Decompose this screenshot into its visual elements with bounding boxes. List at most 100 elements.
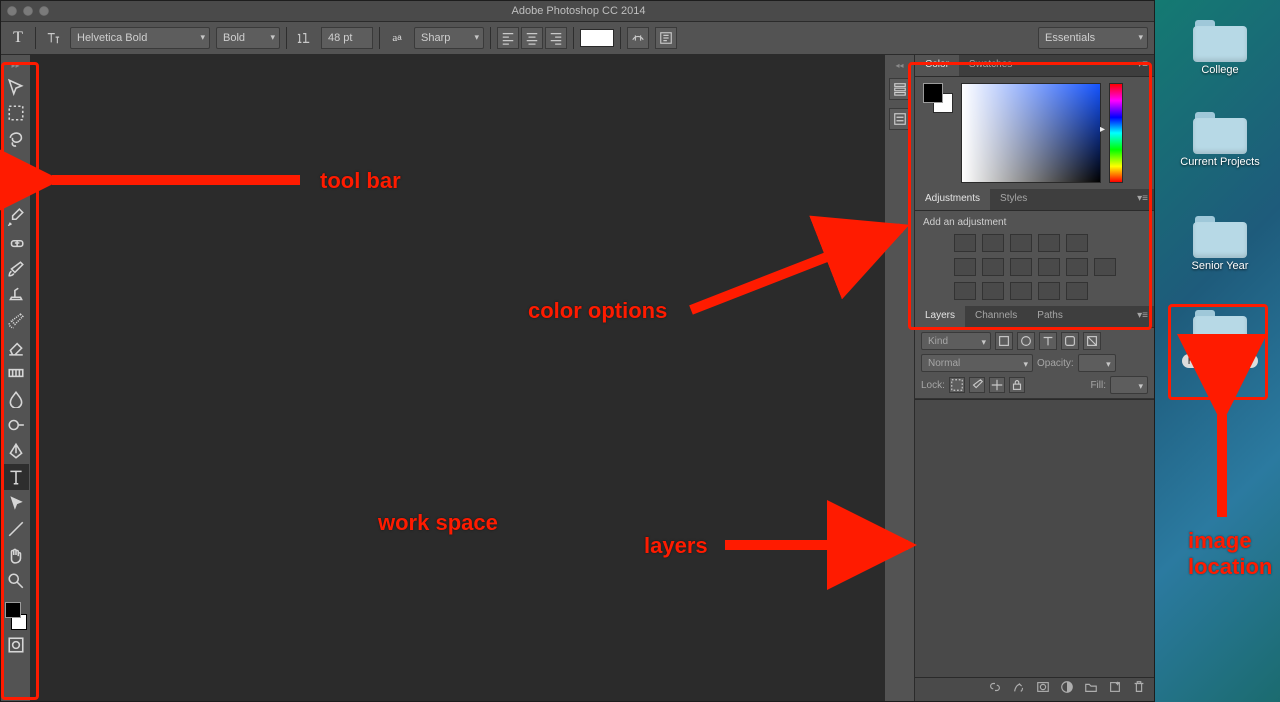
filter-adjust-icon[interactable]: [1017, 332, 1035, 350]
quickmask-tool[interactable]: [3, 632, 29, 658]
layers-tab[interactable]: Layers: [915, 306, 965, 327]
blend-mode-dropdown[interactable]: Normal: [921, 354, 1033, 372]
filter-smart-icon[interactable]: [1083, 332, 1101, 350]
eyedropper-tool[interactable]: [3, 204, 29, 230]
lock-all-icon[interactable]: [1009, 377, 1025, 393]
adj-levels-button[interactable]: [982, 234, 1004, 252]
adj-channelmixer-button[interactable]: [1066, 258, 1088, 276]
new-group-icon[interactable]: [1084, 680, 1098, 699]
swatches-tab[interactable]: Swatches: [959, 55, 1022, 76]
desktop-folder[interactable]: Current Projects: [1160, 112, 1280, 168]
adj-curves-button[interactable]: [1010, 234, 1032, 252]
font-style-dropdown[interactable]: Bold: [216, 27, 280, 49]
lock-pos-icon[interactable]: [989, 377, 1005, 393]
adj-selectivecolor-button[interactable]: [1066, 282, 1088, 300]
antialias-dropdown[interactable]: Sharp: [414, 27, 484, 49]
adj-invert-button[interactable]: [954, 282, 976, 300]
font-family-dropdown[interactable]: Helvetica Bold: [70, 27, 210, 49]
pen-tool[interactable]: [3, 438, 29, 464]
spot-heal-tool[interactable]: [3, 230, 29, 256]
channels-tab[interactable]: Channels: [965, 306, 1027, 327]
lock-image-icon[interactable]: [969, 377, 985, 393]
history-brush-tool[interactable]: [3, 308, 29, 334]
desktop-folder[interactable]: Senior Year: [1160, 216, 1280, 272]
paths-tab[interactable]: Paths: [1027, 306, 1073, 327]
workspace-dropdown[interactable]: Essentials: [1038, 27, 1148, 49]
lock-trans-icon[interactable]: [949, 377, 965, 393]
opacity-field[interactable]: [1078, 354, 1116, 372]
adj-vibrance-button[interactable]: [1066, 234, 1088, 252]
adj-bw-button[interactable]: [1010, 258, 1032, 276]
adj-colorbalance-button[interactable]: [982, 258, 1004, 276]
delete-layer-icon[interactable]: [1132, 680, 1146, 699]
adj-hue-button[interactable]: [954, 258, 976, 276]
layer-fx-icon[interactable]: [1012, 680, 1026, 699]
dodge-tool[interactable]: [3, 412, 29, 438]
desktop-folder[interactable]: Heyo Tutorial: [1160, 310, 1280, 368]
line-tool[interactable]: [3, 516, 29, 542]
maximize-icon[interactable]: [39, 6, 49, 16]
adjustments-tab[interactable]: Adjustments: [915, 189, 990, 210]
move-tool[interactable]: [3, 74, 29, 100]
color-tab[interactable]: Color: [915, 55, 959, 76]
type-tool[interactable]: [3, 464, 29, 490]
eraser-tool[interactable]: [3, 334, 29, 360]
history-panel-icon[interactable]: [889, 78, 911, 100]
crop-tool[interactable]: [3, 178, 29, 204]
hand-tool[interactable]: [3, 542, 29, 568]
adjustments-panel-menu-icon[interactable]: ▾≡: [1131, 189, 1154, 210]
adj-threshold-button[interactable]: [1010, 282, 1032, 300]
adj-exposure-button[interactable]: [1038, 234, 1060, 252]
adj-photofilter-button[interactable]: [1038, 258, 1060, 276]
link-layers-icon[interactable]: [988, 680, 1002, 699]
toolbar-grip-icon[interactable]: ▸▸: [11, 61, 19, 70]
filter-type-icon[interactable]: [1039, 332, 1057, 350]
font-size-field[interactable]: 48 pt: [321, 27, 373, 49]
color-panel-menu-icon[interactable]: ▾≡: [1131, 55, 1154, 76]
adj-gradientmap-button[interactable]: [1038, 282, 1060, 300]
layers-panel-menu-icon[interactable]: ▾≡: [1131, 306, 1154, 327]
color-field[interactable]: ▸: [961, 83, 1101, 183]
layer-kind-dropdown[interactable]: Kind: [921, 332, 991, 350]
workspace-canvas[interactable]: [31, 55, 884, 701]
adj-colorlookup-button[interactable]: [1094, 258, 1116, 276]
zoom-tool[interactable]: [3, 568, 29, 594]
lasso-tool[interactable]: [3, 126, 29, 152]
new-adjlayer-icon[interactable]: [1060, 680, 1074, 699]
path-select-tool[interactable]: [3, 490, 29, 516]
filter-shape-icon[interactable]: [1061, 332, 1079, 350]
color-panel-fgbg[interactable]: [923, 83, 953, 113]
align-right-button[interactable]: [545, 27, 567, 49]
quick-select-tool[interactable]: [3, 152, 29, 178]
fill-field[interactable]: [1110, 376, 1148, 394]
hue-slider[interactable]: [1109, 83, 1123, 183]
dock-grip-icon[interactable]: ◂◂: [895, 61, 903, 70]
window-controls[interactable]: [7, 6, 49, 16]
fg-bg-swatch[interactable]: [3, 600, 29, 632]
adj-brightness-button[interactable]: [954, 234, 976, 252]
adj-posterize-button[interactable]: [982, 282, 1004, 300]
desktop-folder[interactable]: College: [1160, 20, 1280, 76]
character-panel-button[interactable]: [655, 27, 677, 49]
gradient-tool[interactable]: [3, 360, 29, 386]
text-orientation-icon[interactable]: [42, 27, 64, 49]
filter-pixels-icon[interactable]: [995, 332, 1013, 350]
blur-tool[interactable]: [3, 386, 29, 412]
styles-tab[interactable]: Styles: [990, 189, 1037, 210]
layer-mask-icon[interactable]: [1036, 680, 1050, 699]
marquee-tool[interactable]: [3, 100, 29, 126]
properties-panel-icon[interactable]: [889, 108, 911, 130]
fg-color-swatch[interactable]: [5, 602, 21, 618]
clone-stamp-tool[interactable]: [3, 282, 29, 308]
color-field-caret-icon[interactable]: ▸: [1100, 124, 1105, 135]
brush-tool[interactable]: [3, 256, 29, 282]
type-tool-preset-icon[interactable]: T: [7, 27, 29, 49]
align-center-button[interactable]: [521, 27, 543, 49]
new-layer-icon[interactable]: [1108, 680, 1122, 699]
minimize-icon[interactable]: [23, 6, 33, 16]
text-color-swatch[interactable]: [580, 29, 614, 47]
warp-text-button[interactable]: [627, 27, 649, 49]
align-left-button[interactable]: [497, 27, 519, 49]
layers-list[interactable]: [915, 399, 1154, 677]
close-icon[interactable]: [7, 6, 17, 16]
